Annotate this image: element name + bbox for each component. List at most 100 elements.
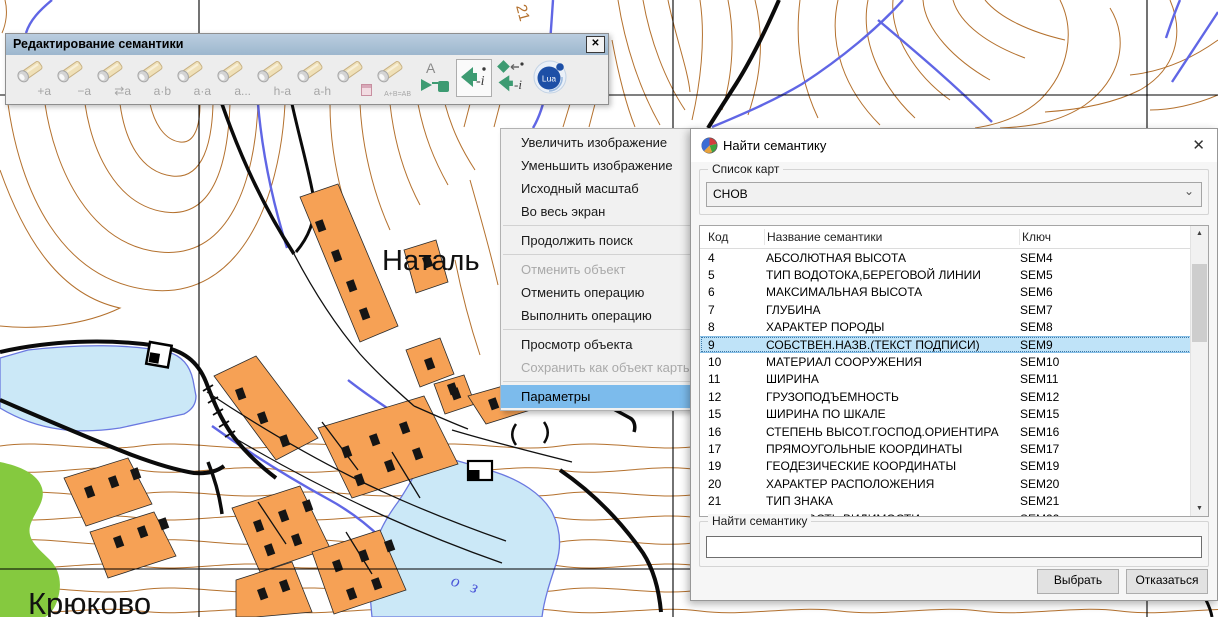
table-row[interactable]: 12ГРУЗОПОДЪЕМНОСТЬSEM12 <box>700 388 1208 405</box>
menu-item-2[interactable]: Уменьшить изображение <box>501 154 697 177</box>
cell-key: SEM4 <box>1018 251 1208 265</box>
table-row[interactable]: 19ГЕОДЕЗИЧЕСКИЕ КООРДИНАТЫSEM19 <box>700 458 1208 475</box>
menu-item-5[interactable]: Продолжить поиск <box>501 229 697 252</box>
cell-code: 8 <box>700 320 764 334</box>
toolbar-titlebar[interactable]: Редактирование семантики ✕ <box>6 34 608 55</box>
menu-item-4[interactable]: Во весь экран <box>501 200 697 223</box>
menu-item-7[interactable]: Отменить операцию <box>501 281 697 304</box>
svg-text:A: A <box>426 60 436 76</box>
toolbar-close-icon[interactable]: ✕ <box>586 36 605 53</box>
table-row[interactable]: 11ШИРИНАSEM11 <box>700 371 1208 388</box>
find-semantics-input[interactable] <box>706 536 1202 558</box>
scroll-up-icon[interactable]: ▲ <box>1191 226 1208 241</box>
table-row[interactable]: 17ПРЯМОУГОЛЬНЫЕ КООРДИНАТЫSEM17 <box>700 440 1208 457</box>
flashlight-label: h-a <box>274 84 291 98</box>
flashlight-label: a-h <box>314 84 331 98</box>
flashlight-label: +a <box>37 84 51 98</box>
cell-name: ГЛУБИНА <box>764 303 1018 317</box>
cell-code: 12 <box>700 390 764 404</box>
flashlight-button-5[interactable]: a·a <box>172 57 212 99</box>
semantic-to-object-icon[interactable]: A <box>418 59 454 97</box>
flashlight-button-6[interactable]: a... <box>212 57 252 99</box>
dialog-titlebar[interactable]: Найти семантику ✕ <box>691 129 1217 162</box>
select-button[interactable]: Выбрать <box>1037 569 1119 594</box>
table-row[interactable]: 16СТЕПЕНЬ ВЫСОТ.ГОСПОД.ОРИЕНТИРАSEM16 <box>700 423 1208 440</box>
cancel-button[interactable]: Отказаться <box>1126 569 1208 594</box>
column-header-code[interactable]: Код <box>700 229 765 245</box>
cell-name: ГРУЗОПОДЪЕМНОСТЬ <box>764 390 1018 404</box>
table-scrollbar[interactable]: ▲ ▼ <box>1190 226 1208 516</box>
cell-name: СОБСТВЕН.НАЗВ.(ТЕКСТ ПОДПИСИ) <box>764 338 1018 352</box>
column-header-key[interactable]: Ключ <box>1020 230 1208 244</box>
dialog-close-icon[interactable]: ✕ <box>1192 136 1205 154</box>
table-row[interactable]: 5ТИП ВОДОТОКА,БЕРЕГОВОЙ ЛИНИИSEM5 <box>700 266 1208 283</box>
cell-name: МАКСИМАЛЬНАЯ ВЫСОТА <box>764 285 1018 299</box>
cell-name: СТЕПЕНЬ ВЫСОТ.ГОСПОД.ОРИЕНТИРА <box>764 425 1018 439</box>
flashlight-label: a... <box>234 84 251 98</box>
cell-code: 20 <box>700 477 764 491</box>
settlement-label-top: Наталь <box>382 245 480 277</box>
menu-item-8[interactable]: Выполнить операцию <box>501 304 697 327</box>
lua-script-icon[interactable]: Lua <box>532 59 568 97</box>
calculator-icon <box>361 84 372 96</box>
flashlight-button-3[interactable]: ⇄a <box>92 57 132 99</box>
svg-text:-i: -i <box>514 77 522 92</box>
cell-name: ХАРАКТЕР РАСПОЛОЖЕНИЯ <box>764 477 1018 491</box>
flashlight-label: −a <box>77 84 91 98</box>
flashlight-button-4[interactable]: a·b <box>132 57 172 99</box>
map-list-group-label: Список карт <box>708 162 783 176</box>
cell-key: SEM11 <box>1018 372 1208 386</box>
menu-item-6: Отменить объект <box>501 258 697 281</box>
menu-item-9[interactable]: Просмотр объекта <box>501 333 697 356</box>
assign-semantic-icon[interactable]: -i <box>456 59 492 97</box>
cell-code: 5 <box>700 268 764 282</box>
find-semantics-dialog: Найти семантику ✕ Список карт СНОВ ⌄ Код… <box>690 128 1218 601</box>
flashlight-button-10[interactable]: A+B=AB <box>372 57 412 99</box>
table-row[interactable]: 21ТИП ЗНАКАSEM21 <box>700 492 1208 509</box>
table-row[interactable]: 4АБСОЛЮТНАЯ ВЫСОТАSEM4 <box>700 249 1208 266</box>
table-row[interactable]: 8ХАРАКТЕР ПОРОДЫSEM8 <box>700 319 1208 336</box>
flashlight-button-2[interactable]: −a <box>52 57 92 99</box>
menu-item-1[interactable]: Увеличить изображение <box>501 131 697 154</box>
half-filled-symbol <box>468 461 492 480</box>
app-globe-icon <box>701 137 718 154</box>
cell-key: SEM7 <box>1018 303 1208 317</box>
flashlight-label: A+B=AB <box>384 91 411 98</box>
dialog-title: Найти семантику <box>723 138 826 153</box>
flashlight-label: ⇄a <box>114 84 131 98</box>
menu-item-3[interactable]: Исходный масштаб <box>501 177 697 200</box>
cell-key: SEM19 <box>1018 459 1208 473</box>
table-row[interactable]: 20ХАРАКТЕР РАСПОЛОЖЕНИЯSEM20 <box>700 475 1208 492</box>
menu-separator <box>503 225 695 226</box>
flashlight-button-8[interactable]: a-h <box>292 57 332 99</box>
table-row[interactable]: 10МАТЕРИАЛ СООРУЖЕНИЯSEM10 <box>700 353 1208 370</box>
flashlight-button-7[interactable]: h-a <box>252 57 292 99</box>
cell-code: 16 <box>700 425 764 439</box>
column-header-name[interactable]: Название семантики <box>765 229 1020 245</box>
table-row[interactable]: 6МАКСИМАЛЬНАЯ ВЫСОТАSEM6 <box>700 284 1208 301</box>
cell-name: ПРЯМОУГОЛЬНЫЕ КООРДИНАТЫ <box>764 442 1018 456</box>
scroll-down-icon[interactable]: ▼ <box>1191 501 1208 516</box>
flashlight-button-9[interactable]: a <box>332 57 372 99</box>
map-list-selected-value: СНОВ <box>713 187 748 201</box>
copy-semantic-icon[interactable]: -i <box>494 59 530 97</box>
flashlight-button-1[interactable]: +a <box>12 57 52 99</box>
semantics-editing-toolbar-window: Редактирование семантики ✕ +a −a ⇄a a·b a·a a… <box>5 33 609 105</box>
cell-code: 19 <box>700 459 764 473</box>
table-row[interactable]: 15ШИРИНА ПО ШКАЛЕSEM15 <box>700 406 1208 423</box>
find-group-label: Найти семантику <box>708 514 811 528</box>
table-header-row[interactable]: Код Название семантики Ключ <box>700 226 1208 249</box>
menu-item-11[interactable]: Параметры <box>501 385 697 408</box>
cell-key: SEM10 <box>1018 355 1208 369</box>
cell-code: 17 <box>700 442 764 456</box>
table-row-selected[interactable]: 9СОБСТВЕН.НАЗВ.(ТЕКСТ ПОДПИСИ)SEM9 <box>700 336 1208 353</box>
cell-key: SEM20 <box>1018 477 1208 491</box>
cell-code: 11 <box>700 372 764 386</box>
map-list-combobox[interactable]: СНОВ ⌄ <box>706 182 1202 207</box>
chevron-down-icon: ⌄ <box>1184 180 1194 203</box>
scrollbar-thumb[interactable] <box>1192 264 1207 342</box>
table-row[interactable]: 7ГЛУБИНАSEM7 <box>700 301 1208 318</box>
cell-key: SEM22 <box>1018 512 1208 517</box>
flashlight-label: a·b <box>154 84 171 98</box>
flashlight-label: a·a <box>194 84 211 98</box>
